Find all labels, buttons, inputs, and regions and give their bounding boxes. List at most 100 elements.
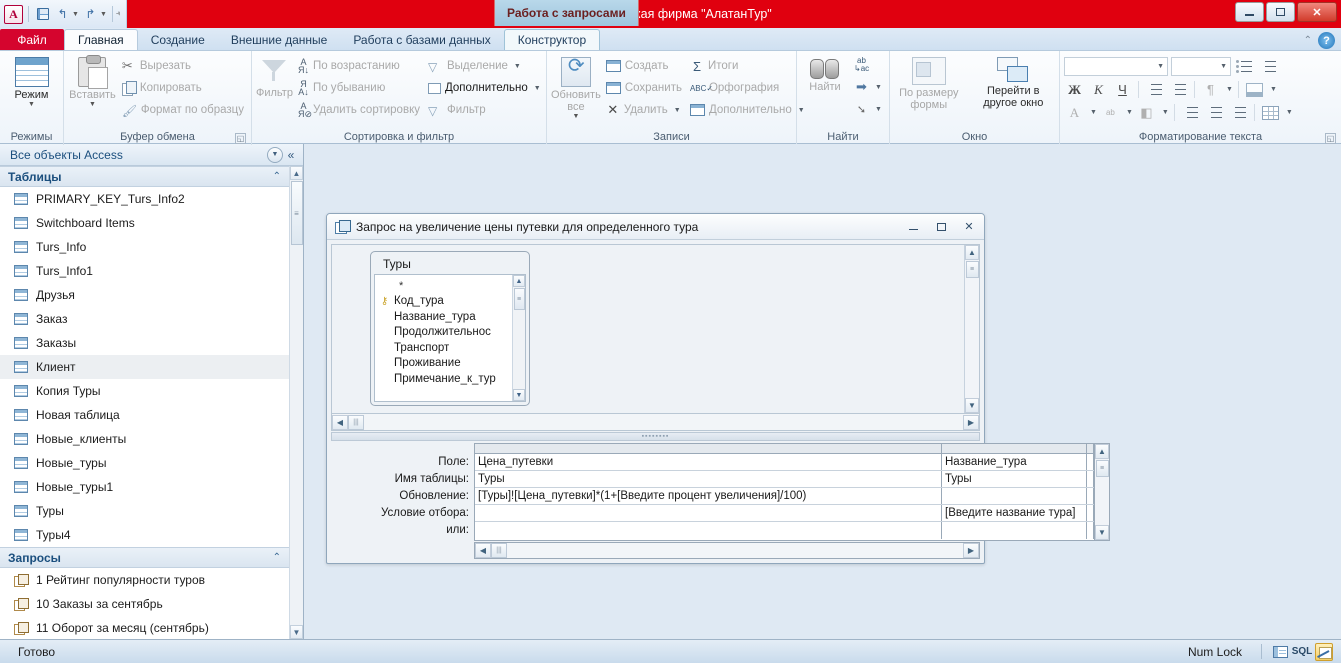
tab-create[interactable]: Создание	[138, 29, 218, 50]
clear-sort-button[interactable]: A Я⊘ Удалить сортировку	[295, 99, 423, 121]
scroll-up-arrow-icon[interactable]: ▲	[290, 166, 303, 180]
nav-item-table-selected[interactable]: Клиент	[0, 355, 289, 379]
table-pane-horizontal-scrollbar[interactable]: ◀ ||| ▶	[331, 414, 980, 431]
nav-item-table[interactable]: Turs_Info1	[0, 259, 289, 283]
query-close-button[interactable]: ✕	[958, 218, 980, 236]
chevron-down-icon[interactable]: ▼	[875, 106, 882, 113]
grid-horizontal-scrollbar[interactable]: ◀ ||| ▶	[474, 542, 980, 559]
query-minimize-button[interactable]	[902, 218, 924, 236]
nav-item-table[interactable]: Туры	[0, 499, 289, 523]
column-selector-1[interactable]	[475, 444, 942, 453]
scrollbar-thumb[interactable]: ≡	[1095, 460, 1109, 477]
nav-item-query[interactable]: 1 Рейтинг популярности туров	[0, 568, 289, 592]
help-icon[interactable]: ?	[1318, 32, 1335, 49]
format-painter-button[interactable]: 🖌 Формат по образцу	[119, 99, 247, 121]
alternate-row-color-button[interactable]	[1244, 80, 1265, 100]
scroll-up-arrow-icon[interactable]: ▲	[513, 275, 525, 287]
chevron-down-icon[interactable]: ▼	[572, 113, 579, 120]
nav-item-query[interactable]: 10 Заказы за сентябрь	[0, 592, 289, 616]
chevron-down-icon[interactable]: ▼	[1126, 109, 1133, 116]
nav-item-query[interactable]: 11 Оборот за месяц (сентябрь)	[0, 616, 289, 639]
cell-or-3[interactable]	[1087, 522, 1094, 539]
field-list-scrollbar[interactable]: ▲ ≡ ▼	[512, 275, 525, 401]
table-field-list-box[interactable]: Туры * ⚷ Код_тура Название_тура Продолжи…	[370, 251, 530, 406]
size-to-form-button[interactable]: По размеру формы	[894, 54, 964, 111]
redo-icon[interactable]: ↱	[82, 6, 99, 23]
scrollbar-thumb[interactable]: |||	[348, 414, 364, 430]
text-formatting-dialog-launcher-icon[interactable]: ◱	[1325, 133, 1336, 144]
chevron-down-icon[interactable]: ▼	[1220, 63, 1227, 70]
scrollbar-thumb[interactable]: |||	[491, 543, 507, 558]
sort-descending-button[interactable]: Я A↓ По убыванию	[295, 77, 423, 99]
bulleted-list-button[interactable]	[1234, 57, 1255, 77]
pane-splitter[interactable]: ▪▪▪▪▪▪▪▪	[331, 432, 980, 441]
scrollbar-thumb[interactable]: ≡	[290, 181, 303, 245]
cell-table-2[interactable]: Туры	[942, 471, 1087, 487]
chevron-down-icon[interactable]: ▼	[1157, 63, 1164, 70]
sort-ascending-button[interactable]: A Я↓ По возрастанию	[295, 55, 423, 77]
chevron-up-icon[interactable]: ⌃	[273, 552, 281, 563]
chevron-down-icon[interactable]: ▼	[674, 107, 681, 114]
scroll-left-arrow-icon[interactable]: ◀	[332, 414, 348, 430]
undo-dropdown-icon[interactable]: ▼	[72, 11, 79, 18]
decrease-indent-button[interactable]	[1144, 80, 1165, 100]
italic-button[interactable]: К	[1088, 80, 1109, 100]
shutter-bar-collapse-icon[interactable]: «	[283, 148, 299, 162]
scroll-left-arrow-icon[interactable]: ◀	[475, 543, 491, 558]
cut-button[interactable]: ✂ Вырезать	[119, 55, 247, 77]
nav-item-table[interactable]: Новая таблица	[0, 403, 289, 427]
underline-button[interactable]: Ч	[1112, 80, 1133, 100]
design-view-button[interactable]	[1314, 642, 1334, 661]
delete-record-button[interactable]: ✕ Удалить ▼	[603, 99, 685, 121]
chevron-down-icon[interactable]: ▼	[28, 101, 35, 108]
redo-dropdown-icon[interactable]: ▼	[100, 11, 107, 18]
nav-item-table[interactable]: PRIMARY_KEY_Turs_Info2	[0, 187, 289, 211]
cell-update-2[interactable]	[942, 488, 1087, 504]
field-name[interactable]: Проживание	[394, 357, 461, 369]
column-selector-3[interactable]	[1087, 444, 1094, 453]
sql-view-button[interactable]: SQL	[1292, 643, 1313, 661]
nav-group-header-tables[interactable]: Таблицы ⌃	[0, 166, 289, 187]
field-name[interactable]: Транспорт	[394, 342, 449, 354]
nav-item-table[interactable]: Новые_клиенты	[0, 427, 289, 451]
customize-qat-icon[interactable]: ⫣	[116, 10, 120, 18]
grid-vertical-scrollbar[interactable]: ▲ ≡ ▼	[1095, 443, 1110, 541]
scroll-up-arrow-icon[interactable]: ▲	[1095, 444, 1109, 459]
background-color-button[interactable]: ◧	[1136, 103, 1157, 123]
copy-button[interactable]: Копировать	[119, 77, 247, 99]
cell-update-3[interactable]	[1087, 488, 1094, 504]
field-name[interactable]: Название_тура	[394, 311, 476, 323]
spelling-button[interactable]: ABC✓ Орфография	[687, 77, 808, 99]
cell-criteria-1[interactable]	[475, 505, 942, 521]
chevron-down-icon[interactable]: ▼	[1162, 109, 1169, 116]
nav-group-header-queries[interactable]: Запросы ⌃	[0, 547, 289, 568]
cell-update-1[interactable]: [Туры]![Цена_путевки]*(1+[Введите процен…	[475, 488, 942, 504]
chevron-down-icon[interactable]: ▼	[1090, 109, 1097, 116]
tab-external-data[interactable]: Внешние данные	[218, 29, 341, 50]
cell-criteria-2[interactable]: [Введите название тура]	[942, 505, 1087, 521]
align-right-button[interactable]	[1228, 103, 1249, 123]
more-records-button[interactable]: Дополнительно ▼	[687, 99, 808, 121]
field-name[interactable]: Продолжительнос	[394, 326, 491, 338]
table-pane-vertical-scrollbar[interactable]: ▲ ≡ ▼	[964, 245, 979, 413]
increase-indent-button[interactable]	[1168, 80, 1189, 100]
nav-item-table[interactable]: Новые_туры	[0, 451, 289, 475]
column-selector-2[interactable]	[942, 444, 1087, 453]
nav-item-table[interactable]: Туры4	[0, 523, 289, 547]
nav-item-table[interactable]: Switchboard Items	[0, 211, 289, 235]
text-highlight-button[interactable]: ab	[1100, 103, 1121, 123]
scroll-down-arrow-icon[interactable]: ▼	[513, 389, 525, 401]
field-name[interactable]: Примечание_к_тур	[394, 373, 496, 385]
nav-item-table[interactable]: Заказ	[0, 307, 289, 331]
close-button[interactable]: ✕	[1297, 2, 1337, 22]
nav-item-table[interactable]: Новые_туры1	[0, 475, 289, 499]
align-center-button[interactable]	[1204, 103, 1225, 123]
scroll-down-arrow-icon[interactable]: ▼	[965, 398, 979, 413]
collapse-ribbon-icon[interactable]: ⌃	[1304, 35, 1312, 46]
cell-table-3[interactable]	[1087, 471, 1094, 487]
gridlines-button[interactable]	[1260, 103, 1281, 123]
switch-windows-button[interactable]: Перейти в другое окно	[972, 54, 1055, 109]
numbered-list-button[interactable]	[1258, 57, 1279, 77]
nav-item-table[interactable]: Копия Туры	[0, 379, 289, 403]
scroll-right-arrow-icon[interactable]: ▶	[963, 543, 979, 558]
